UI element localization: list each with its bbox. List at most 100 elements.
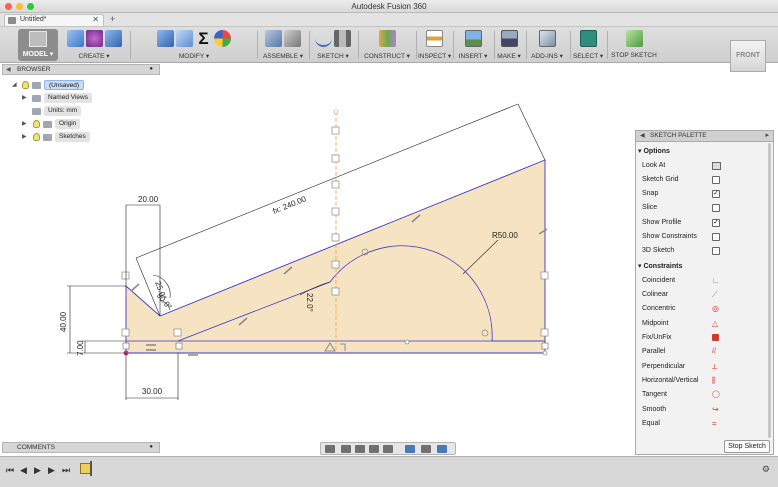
constraint-parallel[interactable]: Parallel // [642,346,766,358]
add-ins-menu-label[interactable]: ADD-INS ▾ [528,52,566,60]
step-back-icon[interactable]: ◀ [20,465,27,476]
scripts-icon[interactable] [538,30,556,47]
assemble-menu-label[interactable]: ASSEMBLE ▾ [260,52,306,60]
constraint-coincident[interactable]: Coincident ∟ [642,275,766,287]
tree-item-origin[interactable]: ▶ Origin [22,119,152,130]
dim-base-height[interactable]: 7.00 [76,340,85,356]
mirror-icon[interactable] [334,30,351,47]
appearance-icon[interactable] [214,30,231,47]
constraint-horizontal-vertical[interactable]: Horizontal/Vertical ⫼ [642,375,766,387]
select-group[interactable]: SELECT ▾ [572,29,604,61]
expand-arrow-icon[interactable]: ▶ [22,120,27,127]
fillet-icon[interactable] [176,30,193,47]
inspect-menu-label[interactable]: INSPECT ▾ [418,52,451,60]
insert-group[interactable]: INSERT ▾ [455,29,491,61]
visibility-bulb-icon[interactable] [22,81,29,89]
lock-icon[interactable] [712,334,719,341]
horizontal-vertical-icon[interactable]: ⫼ [712,377,720,385]
visibility-bulb-icon[interactable] [33,120,40,128]
construct-group[interactable]: CONSTRUCT ▾ [361,29,413,61]
sigma-icon[interactable]: Σ [195,30,212,47]
option-snap[interactable]: Snap ✓ [642,188,766,200]
sketch-menu-label[interactable]: SKETCH ▾ [311,52,355,60]
box-icon[interactable] [66,30,84,47]
dim-diagonal[interactable]: fx: 240.00 [271,194,307,216]
zoom-icon[interactable] [369,445,379,453]
coincident-icon[interactable]: ∟ [712,277,720,285]
checkbox[interactable] [712,176,720,184]
stop-sketch-button[interactable]: Stop Sketch [724,440,770,453]
option-show-profile[interactable]: Show Profile ✓ [642,217,766,229]
option-show-constraints[interactable]: Show Constraints [642,231,766,243]
construct-plane-icon[interactable] [378,30,396,47]
go-to-end-icon[interactable]: ⏭ [62,465,70,476]
grid-icon[interactable] [437,445,447,453]
select-arrow-icon[interactable] [579,30,597,47]
constraint-midpoint[interactable]: Midpoint △ [642,318,766,330]
constraint-concentric[interactable]: Concentric ◎ [642,303,766,315]
expand-arrow-icon[interactable]: ◢ [12,81,17,88]
palette-header[interactable]: ◀ SKETCH PALETTE ▸ [636,131,773,142]
comments-panel[interactable]: COMMENTS ● [2,442,160,453]
modify-group[interactable]: Σ MODIFY ▾ [134,29,254,61]
3d-print-icon[interactable] [500,30,518,47]
modify-menu-label[interactable]: MODIFY ▾ [134,52,254,60]
construct-menu-label[interactable]: CONSTRUCT ▾ [361,52,413,60]
insert-menu-label[interactable]: INSERT ▾ [455,52,491,60]
checkbox[interactable]: ✓ [712,190,720,198]
smooth-icon[interactable]: ↪ [712,406,720,414]
colinear-icon[interactable]: ⟋ [712,291,720,299]
look-at-icon[interactable] [341,445,351,453]
equal-icon[interactable]: = [712,420,720,428]
constraint-tangent[interactable]: Tangent ◯ [642,389,766,401]
collapse-icon[interactable]: ◀ [6,66,11,73]
pan-icon[interactable] [355,445,365,453]
play-icon[interactable]: ▶ [34,465,41,476]
constraint-colinear[interactable]: Colinear ⟋ [642,289,766,301]
visibility-bulb-icon[interactable] [33,133,40,141]
palette-scrollbar[interactable] [768,143,771,438]
sketch-group[interactable]: SKETCH ▾ [311,29,355,61]
tree-item-named-views[interactable]: ▶ Named Views [22,93,152,104]
create-sketch-icon[interactable] [315,30,332,47]
pin-icon[interactable]: ▸ [765,131,769,139]
step-forward-icon[interactable]: ▶ [48,465,55,476]
dim-radius[interactable]: R50.00 [492,231,518,240]
dim-height[interactable]: 40.00 [59,311,68,332]
tree-item-root[interactable]: ◢ (Unsaved) [12,80,152,91]
joint-icon[interactable] [284,30,301,47]
option-sketch-grid[interactable]: Sketch Grid [642,174,766,186]
checkbox[interactable] [712,233,720,241]
go-to-start-icon[interactable]: ⏮ [6,465,14,476]
insert-image-icon[interactable] [464,30,482,47]
add-ins-group[interactable]: ADD-INS ▾ [528,29,566,61]
constraint-perpendicular[interactable]: Perpendicular ⟂ [642,361,766,373]
gear-icon[interactable]: ⚙ [762,464,770,475]
visual-style-icon[interactable] [421,445,431,453]
close-tab-icon[interactable]: ✕ [92,15,99,24]
assemble-group[interactable]: ASSEMBLE ▾ [260,29,306,61]
new-tab-button[interactable]: + [110,14,115,24]
inspect-group[interactable]: INSPECT ▾ [418,29,451,61]
create-group[interactable]: CREATE ▾ [62,29,126,61]
option-slice[interactable]: Slice [642,202,766,214]
workspace-switcher[interactable]: MODEL ▾ [18,29,58,61]
concentric-icon[interactable]: ◎ [712,305,720,313]
stop-sketch-group[interactable]: STOP SKETCH [610,29,658,61]
make-menu-label[interactable]: MAKE ▾ [496,52,522,60]
pin-icon[interactable]: ● [149,444,153,450]
expand-arrow-icon[interactable]: ▶ [22,94,27,101]
select-menu-label[interactable]: SELECT ▾ [572,52,604,60]
sketch-profile[interactable] [126,160,545,353]
form-icon[interactable] [85,30,103,47]
look-at-icon[interactable] [712,162,721,170]
constraints-section-header[interactable]: ▾ Constraints [638,262,682,270]
measure-icon[interactable] [425,30,443,47]
perpendicular-icon[interactable]: ⟂ [712,363,720,371]
collapse-icon[interactable]: ◀ [640,132,645,139]
checkbox[interactable] [712,204,720,212]
dim-bottom-width[interactable]: 30.00 [142,387,163,396]
checkbox[interactable]: ✓ [712,219,720,227]
pin-icon[interactable]: ● [149,66,153,72]
constraint-equal[interactable]: Equal = [642,418,766,430]
